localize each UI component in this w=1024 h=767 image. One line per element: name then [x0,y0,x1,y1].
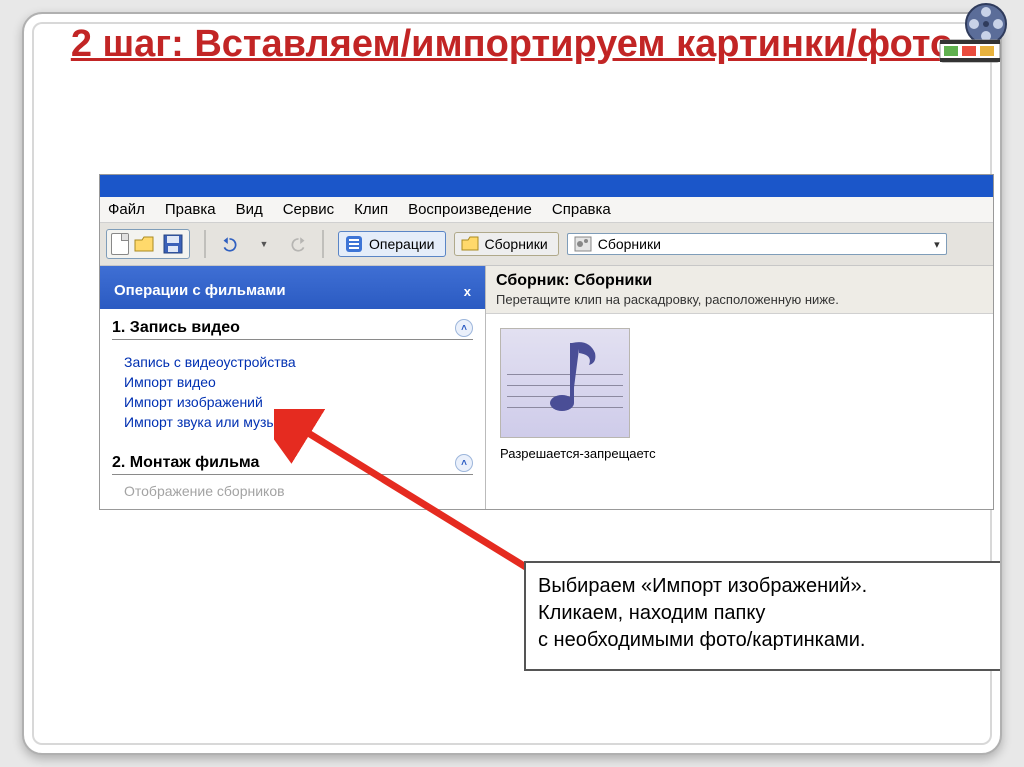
task-section-title-2: 2. Монтаж фильма ˄ [112,454,473,475]
section-num: 1. [112,319,125,336]
collection-content: Разрешается-запрещаетс [486,314,993,475]
section-num-2: 2. [112,454,125,471]
task-section-edit: 2. Монтаж фильма ˄ Отображение сборников [100,452,485,509]
menu-tools[interactable]: Сервис [283,201,334,218]
tasks-list-icon [345,235,363,253]
collection-pane: Сборник: Сборники Перетащите клип на рас… [485,266,993,509]
collapse-icon-2[interactable]: ˄ [455,454,473,472]
tasks-pane: Операции с фильмами x 1. Запись видео ˄ … [100,266,485,509]
app-window: Файл Правка Вид Сервис Клип Воспроизведе… [99,174,994,510]
link-import-images[interactable]: Импорт изображений [124,394,461,410]
collections-button[interactable]: Сборники [454,232,559,256]
film-roll-icon [574,236,592,252]
callout-line-1: Выбираем «Импорт изображений». [538,573,990,600]
slide-frame: 2 шаг: Вставляем/импортируем картинки/фо… [22,12,1002,755]
link-import-audio[interactable]: Импорт звука или музыки [124,414,461,430]
thumb-caption: Разрешается-запрещаетс [500,446,979,461]
menu-clip[interactable]: Клип [354,201,388,218]
link-import-video[interactable]: Импорт видео [124,374,461,390]
open-folder-icon[interactable] [133,232,157,256]
redo-icon[interactable] [284,232,308,256]
tasks-button[interactable]: Операции [338,231,446,257]
collection-subtitle: Перетащите клип на раскадровку, располож… [496,292,983,307]
menu-view[interactable]: Вид [236,201,263,218]
undo-icon[interactable] [220,232,244,256]
slide-title: 2 шаг: Вставляем/импортируем картинки/фо… [24,14,1000,77]
music-clip-thumb[interactable] [500,328,630,438]
movie-maker-logo-icon [936,2,1014,64]
app-titlebar [100,175,993,197]
section-label: Запись видео [130,319,240,336]
task-links: Запись с видеоустройства Импорт видео Им… [106,346,479,444]
link-capture-device[interactable]: Запись с видеоустройства [124,354,461,370]
menu-edit[interactable]: Правка [165,201,216,218]
chevron-down-icon: ▾ [934,238,940,251]
collection-title: Сборник: Сборники [496,272,983,290]
folder-icon [461,236,479,252]
menu-help[interactable]: Справка [552,201,611,218]
tasks-label: Операции [369,236,435,252]
tasks-pane-header: Операции с фильмами x [100,266,485,309]
menu-play[interactable]: Воспроизведение [408,201,532,218]
menu-file[interactable]: Файл [108,201,145,218]
app-body: Операции с фильмами x 1. Запись видео ˄ … [100,266,993,509]
new-document-icon[interactable] [111,233,129,255]
collections-combo[interactable]: Сборники ▾ [567,233,947,255]
callout-line-2: Кликаем, находим папку [538,600,990,627]
task-section-capture: 1. Запись видео ˄ Запись с видеоустройст… [100,309,485,452]
collapse-icon[interactable]: ˄ [455,319,473,337]
tasks-pane-title: Операции с фильмами [114,282,286,299]
callout-line-3: с необходимыми фото/картинками. [538,627,990,654]
combo-value: Сборники [598,236,661,252]
file-tool-group [106,229,190,259]
instruction-callout: Выбираем «Импорт изображений». Кликаем, … [524,561,1002,671]
link-show-collections: Отображение сборников [106,481,479,501]
collections-label: Сборники [485,236,548,252]
music-note-icon [549,335,599,415]
app-menubar: Файл Правка Вид Сервис Клип Воспроизведе… [100,197,993,223]
task-section-title: 1. Запись видео ˄ [112,319,473,340]
undo-dropdown-icon[interactable]: ▼ [252,232,276,256]
save-icon[interactable] [161,232,185,256]
app-toolbar: ▼ Операции Сборники Сборники ▾ [100,223,993,266]
collection-header: Сборник: Сборники Перетащите клип на рас… [486,266,993,314]
close-icon[interactable]: x [464,284,471,299]
section-label-2: Монтаж фильма [130,454,260,471]
